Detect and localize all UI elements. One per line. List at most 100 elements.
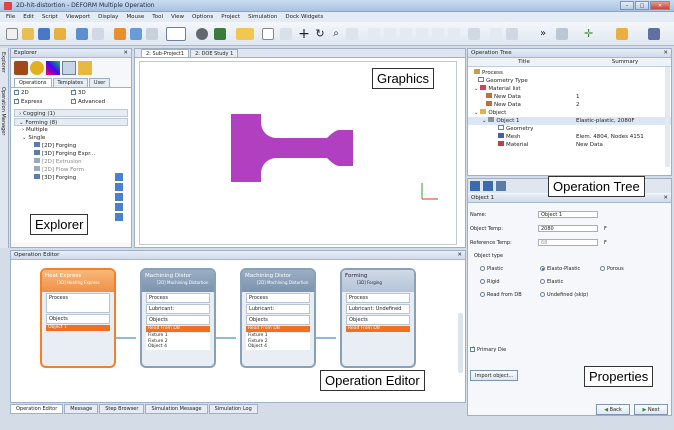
side-tab-explorer[interactable]: Explorer	[0, 48, 6, 73]
tree-item-3d-forging[interactable]: [3D] Forging	[14, 174, 128, 182]
node-object-bar[interactable]: Read From DB	[346, 326, 410, 332]
tab-simulation-log[interactable]: Simulation Log	[208, 404, 258, 414]
node-objects[interactable]: Objects	[46, 314, 110, 324]
minimize-button[interactable]: –	[620, 1, 634, 10]
checkbox-2d[interactable]: 2D	[14, 88, 71, 96]
select-icon[interactable]	[262, 28, 274, 40]
menu-dock-widgets[interactable]: Dock Widgets	[285, 14, 323, 20]
forward-icon[interactable]	[616, 28, 628, 40]
next-button[interactable]: ▶ Next	[634, 404, 668, 415]
new-file-icon[interactable]	[6, 28, 18, 40]
open-folder-icon[interactable]	[22, 28, 34, 40]
radio-read-from-db[interactable]: Read from DB	[480, 292, 522, 298]
pan-icon[interactable]: +	[298, 27, 310, 41]
tree-row-new-data-1[interactable]: New Data 1	[468, 93, 671, 101]
save-icon[interactable]	[38, 28, 50, 40]
node-objects[interactable]: Objects	[346, 315, 410, 325]
node-lubricant[interactable]: Lubricant:	[146, 304, 210, 314]
checkbox-advanced[interactable]: Advanced	[71, 97, 128, 105]
info-icon[interactable]	[115, 213, 123, 221]
group-forming[interactable]: ⌄ Forming (8)	[14, 118, 128, 126]
tree-row-new-data-2[interactable]: New Data 2	[468, 101, 671, 109]
settings-icon[interactable]	[648, 28, 660, 40]
close-button[interactable]: ✕	[650, 1, 670, 10]
node-object-bar[interactable]: Object 1	[46, 325, 110, 331]
category-icon-forming[interactable]	[14, 61, 28, 75]
radio-elasto-plastic[interactable]: Elasto-Plastic	[540, 266, 580, 272]
operation-node-machining-distortion-2[interactable]: Machining Distor [2D] Machining Distortio…	[240, 268, 316, 368]
tab-user[interactable]: User	[88, 78, 111, 87]
viewport-icon[interactable]	[166, 27, 186, 41]
tree-item-2d-extrusion[interactable]: [2D] Extrusion	[14, 158, 128, 166]
tree-row-geometry[interactable]: Geometry	[468, 125, 671, 133]
tab-operation-editor[interactable]: Operation Editor	[10, 404, 64, 414]
tab-operations[interactable]: Operations	[14, 78, 52, 87]
menu-view[interactable]: View	[171, 14, 184, 20]
tree-row-mesh[interactable]: Mesh Elem. 4804, Nodes 4151	[468, 133, 671, 141]
info-icon[interactable]	[115, 173, 123, 181]
radio-plastic[interactable]: Plastic	[480, 266, 503, 272]
primary-die-checkbox[interactable]: Primary Die	[470, 345, 506, 353]
object-temp-field[interactable]: 2080	[538, 225, 598, 232]
column-title[interactable]: Title	[468, 58, 580, 66]
tab-simulation-message[interactable]: Simulation Message	[145, 404, 208, 414]
tab-templates[interactable]: Templates	[52, 78, 88, 87]
filter-icon[interactable]	[556, 28, 568, 40]
close-icon[interactable]: ✕	[663, 49, 668, 58]
editor-scrollbar[interactable]	[458, 313, 463, 373]
maximize-button[interactable]: □	[635, 1, 649, 10]
view-iso-icon[interactable]	[432, 28, 444, 40]
zoom-box-icon[interactable]	[346, 28, 358, 40]
menu-display[interactable]: Display	[98, 14, 118, 20]
node-objects[interactable]: Objects	[146, 315, 210, 325]
name-field[interactable]: Object 1	[538, 211, 598, 218]
menu-script[interactable]: Script	[42, 14, 58, 20]
properties-view-icon[interactable]	[470, 181, 480, 191]
node-item[interactable]: Object 4	[148, 344, 210, 350]
node-objects[interactable]: Objects	[246, 315, 310, 325]
tree-single[interactable]: ⌄ Single	[14, 134, 128, 142]
category-icon-other[interactable]	[78, 61, 92, 75]
column-summary[interactable]: Summary	[580, 58, 670, 66]
tab-sub-project[interactable]: 2: Sub-Project1	[141, 49, 190, 57]
node-process[interactable]: Process	[46, 293, 110, 313]
node-object-bar[interactable]: Read From DB	[246, 326, 310, 332]
rotate-icon[interactable]: ↻	[314, 28, 326, 40]
info-icon[interactable]	[115, 203, 123, 211]
close-icon[interactable]: ✕	[123, 49, 128, 58]
info-icon[interactable]	[115, 193, 123, 201]
category-icon-heat[interactable]	[30, 61, 44, 75]
pointer-icon[interactable]	[280, 28, 292, 40]
tab-message[interactable]: Message	[64, 404, 99, 414]
tree-item-2d-flow-form[interactable]: [2D] Flow Form	[14, 166, 128, 174]
tree-row-object-1[interactable]: ⌄ Object 1 Elastic-plastic, 2080F	[468, 117, 671, 125]
axis-icon[interactable]	[368, 28, 380, 40]
view-front-icon[interactable]	[468, 28, 480, 40]
operation-node-forming[interactable]: Forming [3D] Forging Process Lubricant: U…	[340, 268, 416, 368]
copy-icon[interactable]	[130, 28, 142, 40]
node-process[interactable]: Process	[246, 293, 310, 303]
view-top-icon[interactable]	[506, 28, 518, 40]
tab-step-browser[interactable]: Step Browser	[99, 404, 145, 414]
node-lubricant[interactable]: Lubricant: Undefined	[346, 304, 410, 314]
import-object-button[interactable]: Import object...	[470, 370, 519, 381]
node-item[interactable]: Object 4	[248, 344, 310, 350]
node-lubricant[interactable]: Lubricant:	[246, 304, 310, 314]
tree-item-2d-forging[interactable]: [2D] Forging	[14, 142, 128, 150]
close-icon[interactable]: ✕	[663, 194, 668, 203]
category-icon-machining[interactable]	[62, 61, 76, 75]
toolbar-overflow-icon[interactable]: »	[540, 28, 552, 40]
lock-icon[interactable]	[54, 28, 66, 40]
menu-file[interactable]: File	[6, 14, 15, 20]
close-icon[interactable]: ✕	[457, 251, 462, 260]
highlight-icon[interactable]	[236, 28, 254, 40]
view-xy-icon[interactable]	[384, 28, 396, 40]
tree-row-geometry-type[interactable]: Geometry Type	[468, 77, 671, 85]
checkbox-3d[interactable]: 3D	[71, 88, 128, 96]
checkbox-express[interactable]: Express	[14, 97, 71, 105]
radio-porous[interactable]: Porous	[600, 266, 624, 272]
run-icon[interactable]	[214, 28, 226, 40]
node-process[interactable]: Process	[146, 293, 210, 303]
cut-icon[interactable]	[114, 28, 126, 40]
tree-scrollbar[interactable]	[665, 67, 670, 167]
